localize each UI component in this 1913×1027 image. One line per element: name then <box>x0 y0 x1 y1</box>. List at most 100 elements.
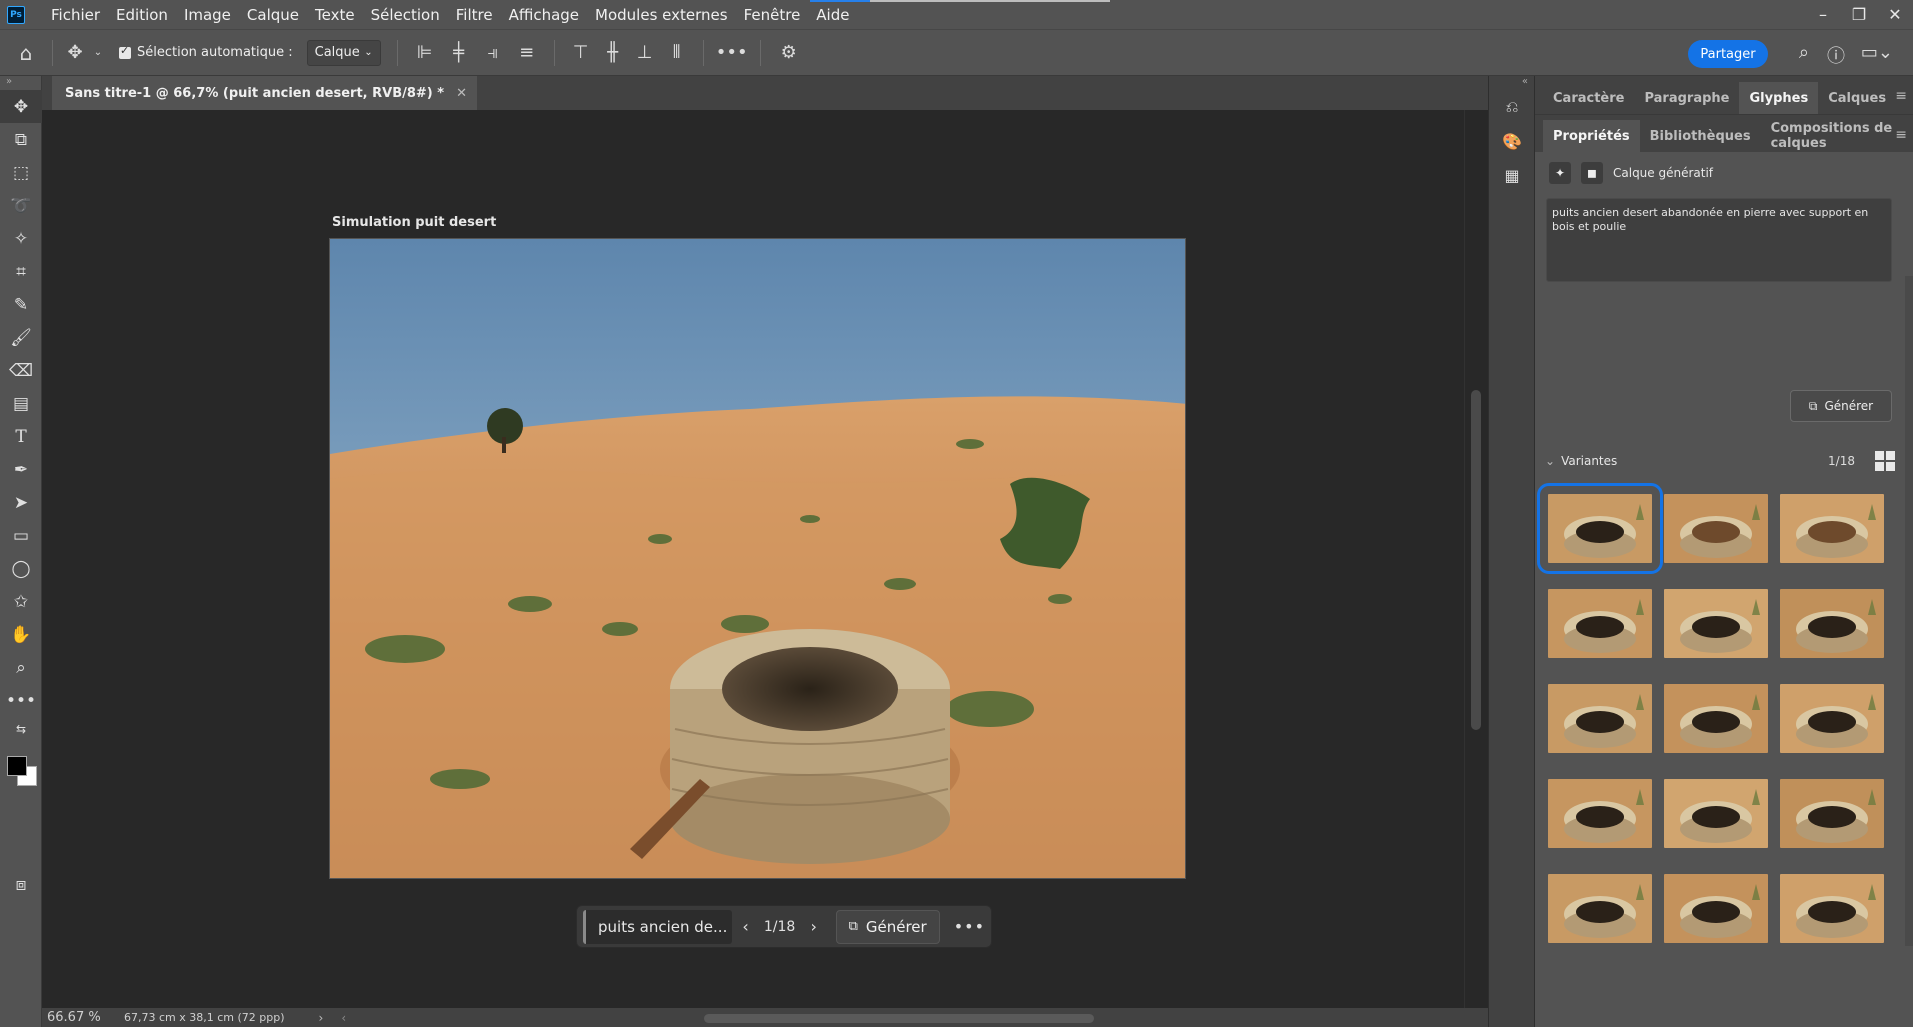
chevron-right-icon[interactable]: › <box>319 1011 324 1025</box>
collapse-icon[interactable]: « <box>1489 76 1534 90</box>
home-icon[interactable]: ⌂ <box>0 41 52 65</box>
align-center-horizontal-icon[interactable]: ╪ <box>442 42 476 63</box>
prompt-preview-field[interactable]: puits ancien de... <box>583 909 732 944</box>
table-icon[interactable]: ▦ <box>1489 158 1535 192</box>
chevron-left-icon[interactable]: ‹ <box>732 917 760 936</box>
menu-selection[interactable]: Sélection <box>363 6 448 24</box>
menu-image[interactable]: Image <box>176 6 239 24</box>
grid-view-icon[interactable] <box>1875 451 1895 471</box>
lasso-tool-icon[interactable]: ➰ <box>0 189 42 222</box>
eraser-tool-icon[interactable]: ⌫ <box>0 354 42 387</box>
variant-thumbnail[interactable] <box>1664 684 1768 753</box>
variant-thumbnail[interactable] <box>1780 684 1884 753</box>
close-icon[interactable]: ✕ <box>456 86 467 101</box>
document-tab[interactable]: Sans titre-1 @ 66,7% (puit ancien desert… <box>52 76 477 110</box>
menu-affichage[interactable]: Affichage <box>501 6 587 24</box>
gradient-tool-icon[interactable]: ▤ <box>0 387 42 420</box>
variant-thumbnail[interactable] <box>1537 483 1663 574</box>
zoom-tool-icon[interactable]: ⌕ <box>0 651 42 684</box>
distribute-horizontal-icon[interactable]: ≡ <box>510 42 544 63</box>
share-button[interactable]: Partager <box>1688 40 1768 68</box>
panel-menu-icon[interactable]: ≡ <box>1895 88 1907 104</box>
tab-paragraphe[interactable]: Paragraphe <box>1634 82 1739 114</box>
search-icon[interactable]: ⌕ <box>1799 42 1809 63</box>
history-icon[interactable]: ⎌ <box>1489 90 1535 124</box>
eyedropper-icon[interactable]: ✎ <box>0 288 42 321</box>
hand-tool-icon[interactable]: ✋ <box>0 618 42 651</box>
workspace-icon[interactable]: ▭⌄ <box>1861 42 1893 63</box>
variant-thumbnail[interactable] <box>1548 874 1652 943</box>
variant-thumbnail[interactable] <box>1664 779 1768 848</box>
zoom-level[interactable]: 66.67 % <box>47 1010 117 1025</box>
panel-menu-icon[interactable]: ≡ <box>1895 127 1907 143</box>
scrollbar-thumb[interactable] <box>1471 390 1481 730</box>
menu-modules-externes[interactable]: Modules externes <box>587 6 736 24</box>
variant-thumbnail[interactable] <box>1664 874 1768 943</box>
variant-thumbnail[interactable] <box>1780 874 1884 943</box>
path-selection-icon[interactable]: ➤ <box>0 486 42 519</box>
minimize-icon[interactable]: – <box>1805 5 1841 24</box>
close-icon[interactable]: ✕ <box>1877 5 1913 24</box>
magic-wand-icon[interactable]: ✧ <box>0 222 42 255</box>
horizontal-scrollbar-thumb[interactable] <box>704 1014 1094 1023</box>
chevron-left-icon[interactable]: ‹ <box>341 1011 346 1025</box>
auto-select-checkbox[interactable]: Sélection automatique : <box>119 44 293 60</box>
marquee-tool-icon[interactable]: ⬚ <box>0 156 42 189</box>
variant-thumbnail[interactable] <box>1780 779 1884 848</box>
tab-calques[interactable]: Calques <box>1818 82 1896 114</box>
chevron-down-icon[interactable]: ⌄ <box>1545 454 1555 468</box>
swap-colors-icon[interactable]: ⇆ <box>0 717 42 741</box>
menu-filtre[interactable]: Filtre <box>448 6 501 24</box>
tab-proprietes[interactable]: Propriétés <box>1543 120 1640 152</box>
generate-button[interactable]: ⧉ Générer <box>835 909 940 944</box>
artboard-tool-icon[interactable]: ⧉ <box>0 123 42 156</box>
variants-header[interactable]: ⌄ Variantes 1/18 <box>1545 446 1895 476</box>
variant-thumbnail[interactable] <box>1664 494 1768 563</box>
panel-scrollbar[interactable] <box>1905 276 1913 946</box>
pen-tool-icon[interactable]: ✒ <box>0 453 42 486</box>
menu-aide[interactable]: Aide <box>808 6 857 24</box>
more-options-icon[interactable]: ••• <box>714 42 750 63</box>
type-tool-icon[interactable]: T <box>0 420 42 453</box>
chevron-down-icon[interactable]: ⌄ <box>91 47 105 58</box>
menu-edition[interactable]: Edition <box>108 6 176 24</box>
move-tool-icon[interactable]: ✥ <box>59 42 91 63</box>
tab-glyphes[interactable]: Glyphes <box>1739 82 1819 114</box>
brush-tool-icon[interactable]: 🖌 <box>0 321 42 354</box>
rectangle-tool-icon[interactable]: ▭ <box>0 519 42 552</box>
generate-button[interactable]: ⧉ Générer <box>1790 390 1892 422</box>
variant-thumbnail[interactable] <box>1548 684 1652 753</box>
variant-thumbnail[interactable] <box>1548 589 1652 658</box>
align-middle-vertical-icon[interactable]: ╫ <box>597 42 629 63</box>
menu-fichier[interactable]: Fichier <box>43 6 108 24</box>
tab-bibliotheques[interactable]: Bibliothèques <box>1640 120 1761 152</box>
prompt-textarea[interactable]: puits ancien desert abandonée en pierre … <box>1546 198 1892 282</box>
restore-icon[interactable]: ❐ <box>1841 5 1877 24</box>
custom-shape-icon[interactable]: ✩ <box>0 585 42 618</box>
variant-thumbnail[interactable] <box>1664 589 1768 658</box>
help-icon[interactable]: ⓘ <box>1827 42 1845 68</box>
variant-thumbnail[interactable] <box>1548 779 1652 848</box>
foreground-color-swatch[interactable] <box>7 756 27 776</box>
chevron-right-icon[interactable]: › <box>800 917 828 936</box>
screen-mode-icon[interactable]: ⧈ <box>0 868 42 901</box>
ellipse-tool-icon[interactable]: ◯ <box>0 552 42 585</box>
distribute-vertical-icon[interactable]: ⦀ <box>661 42 693 63</box>
gear-icon[interactable]: ⚙ <box>771 42 807 63</box>
artboard-image[interactable] <box>329 238 1186 879</box>
align-top-icon[interactable]: ⊤ <box>565 42 597 63</box>
align-right-icon[interactable]: ⫣ <box>476 42 510 63</box>
more-tools-icon[interactable]: ••• <box>0 684 42 717</box>
more-options-icon[interactable]: ••• <box>954 917 985 936</box>
align-left-icon[interactable]: ⊫ <box>408 42 442 63</box>
menu-calque[interactable]: Calque <box>239 6 307 24</box>
menu-texte[interactable]: Texte <box>307 6 363 24</box>
auto-select-target-dropdown[interactable]: Calque ⌄ <box>306 39 381 66</box>
variant-thumbnail[interactable] <box>1780 494 1884 563</box>
color-palette-icon[interactable]: 🎨 <box>1489 124 1535 158</box>
tab-compositions-de-calques[interactable]: Compositions de calques <box>1761 120 1913 152</box>
collapse-icon[interactable]: » <box>0 76 41 90</box>
tab-caractere[interactable]: Caractère <box>1543 82 1634 114</box>
checkbox-icon[interactable] <box>119 44 131 59</box>
crop-tool-icon[interactable]: ⌗ <box>0 255 42 288</box>
